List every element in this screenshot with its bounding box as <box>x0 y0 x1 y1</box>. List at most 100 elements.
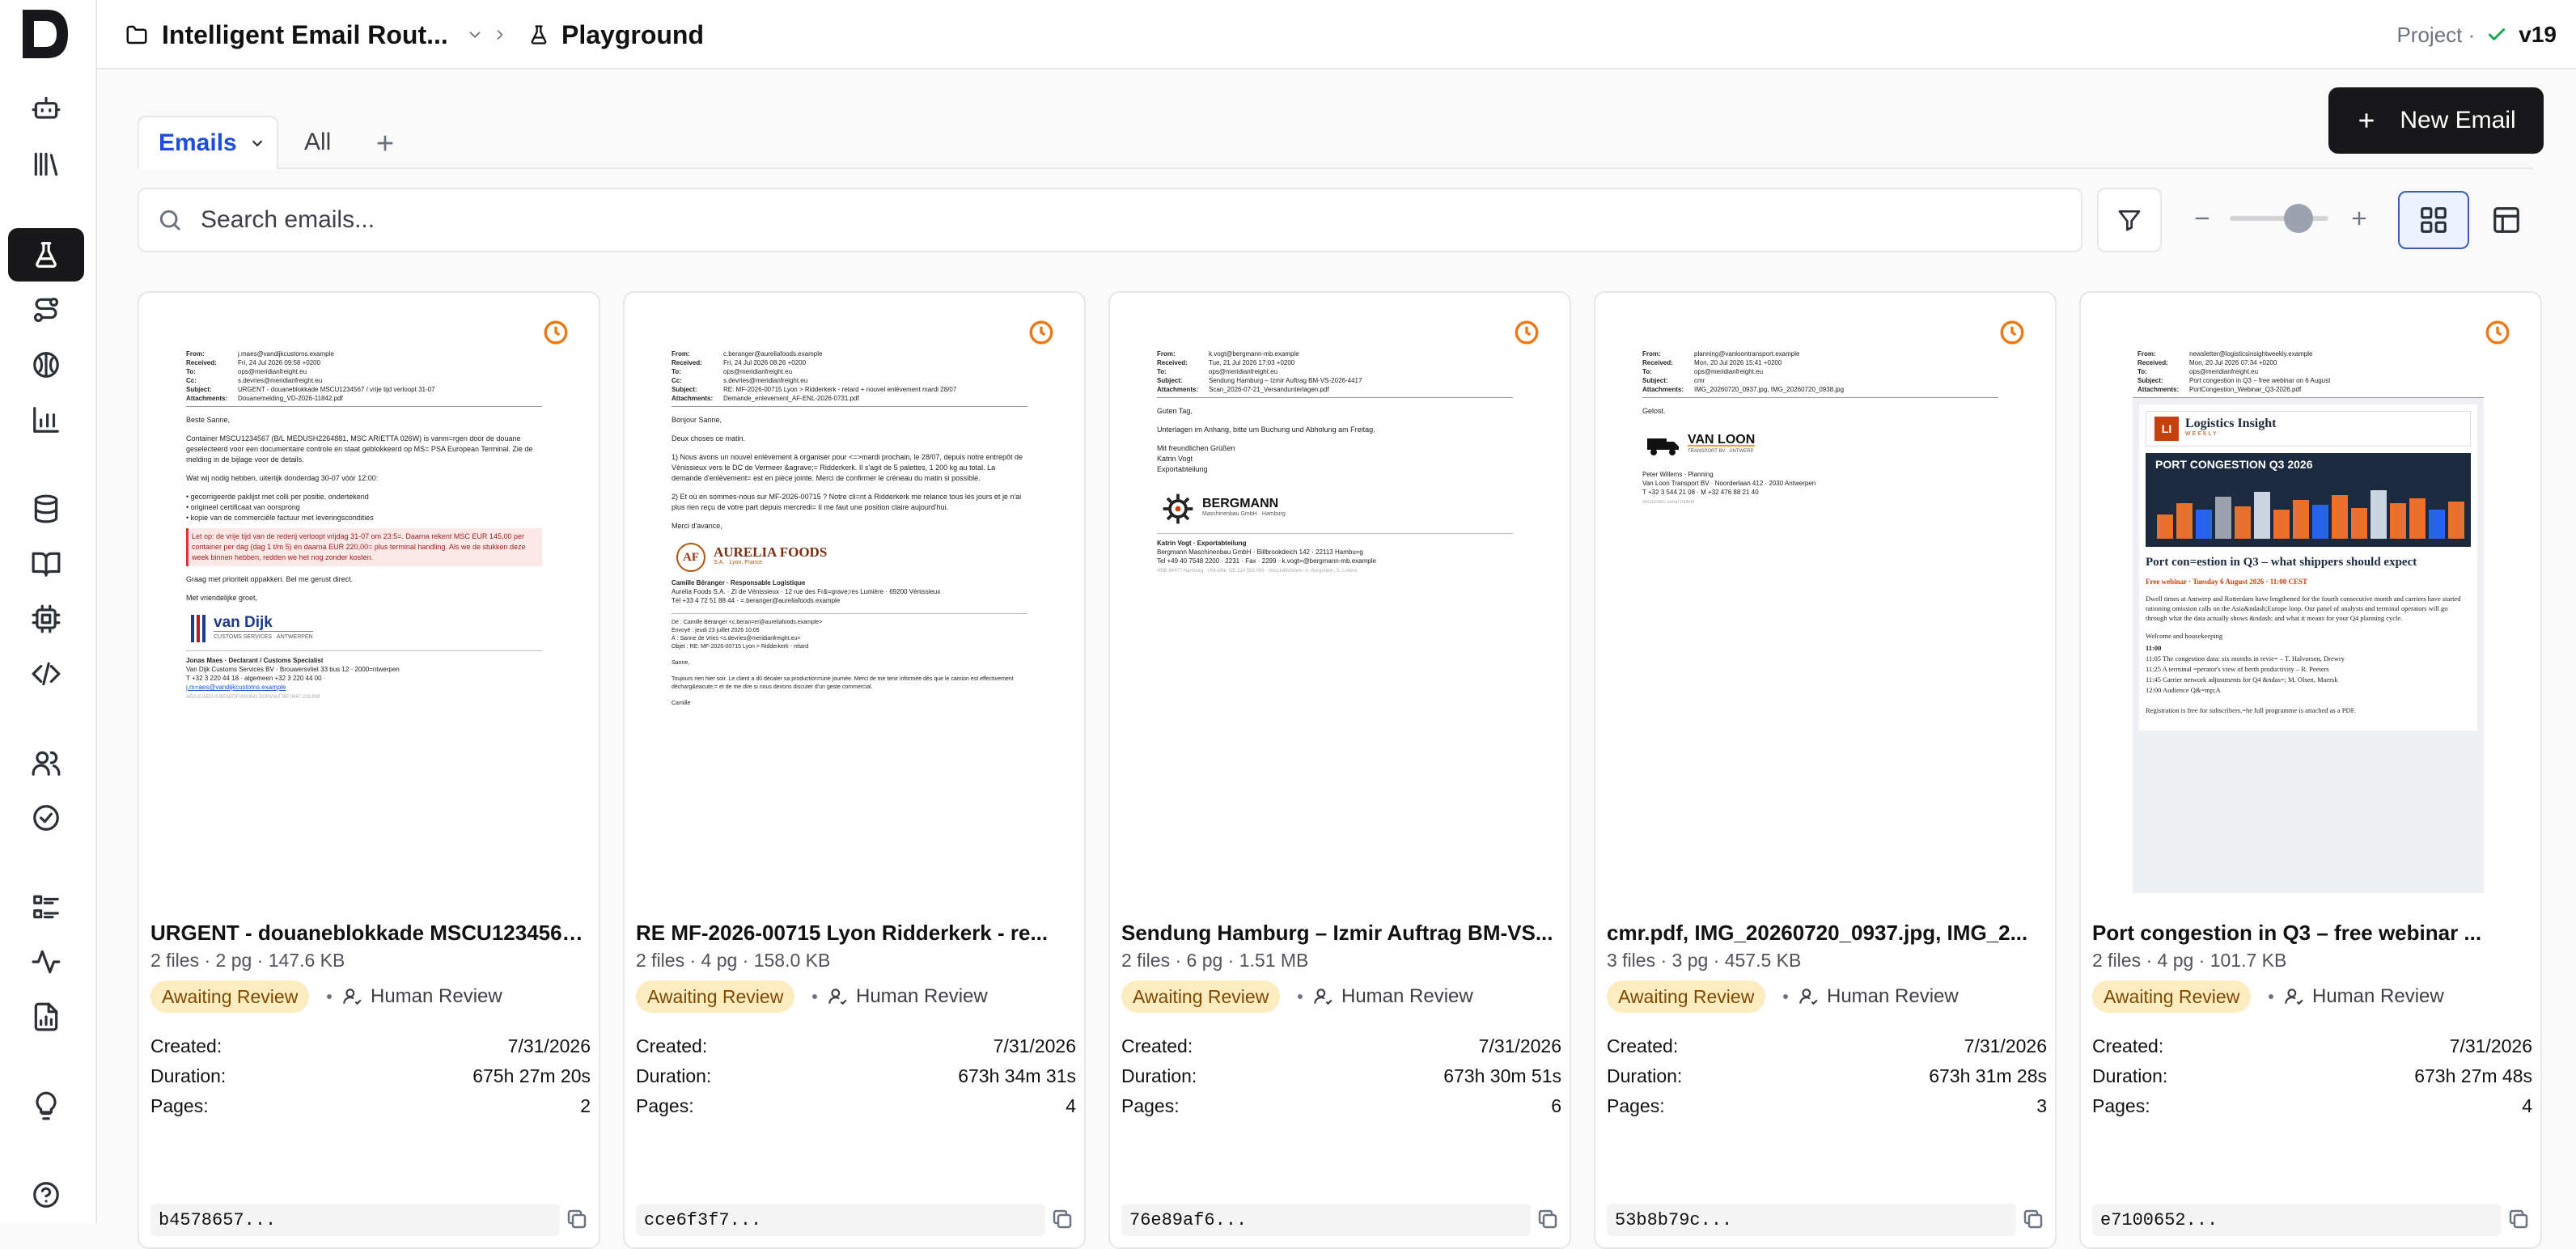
app-logo[interactable] <box>19 6 71 61</box>
flask-icon <box>527 23 550 46</box>
sidebar-item-models[interactable] <box>8 338 84 392</box>
sidebar-item-api[interactable] <box>8 647 84 701</box>
email-id: b4578657... <box>150 1204 560 1236</box>
email-card[interactable]: From:planning@vanloontransport.example R… <box>1594 291 2057 1249</box>
email-title: Port congestion in Q3 – free webinar ... <box>2092 921 2532 946</box>
table-view-button[interactable] <box>2471 191 2542 249</box>
created-row: Created:7/31/2026 <box>150 1035 591 1057</box>
sidebar-item-library[interactable] <box>8 138 84 191</box>
newsletter-headline: Port con=estion in Q3 – what shippers sh… <box>2146 555 2471 570</box>
new-email-label: New Email <box>2400 107 2515 134</box>
review-type: Human Review <box>1298 980 1473 1013</box>
tab-emails[interactable]: Emails <box>138 116 278 169</box>
banner-chart-graphic <box>2154 485 2472 539</box>
sender-logo: BERGMANN <box>1202 498 1286 509</box>
duration-row: Duration:675h 27m 20s <box>150 1065 591 1087</box>
copy-icon[interactable] <box>1050 1207 1074 1231</box>
breadcrumb-playground[interactable]: Playground <box>527 0 704 70</box>
email-meta: 2 files · 4 pg · 158.0 KB <box>636 950 830 972</box>
sender-logo: VAN LOON <box>1688 434 1755 447</box>
email-preview[interactable]: From:j.maes@vandijkcustoms.example Recei… <box>150 304 587 903</box>
sidebar-item-users[interactable] <box>8 736 84 790</box>
sidebar-item-agents[interactable] <box>8 82 84 135</box>
pending-clock-icon <box>2484 319 2511 346</box>
search-input[interactable] <box>201 206 1981 234</box>
chart-icon <box>31 404 61 435</box>
email-preview[interactable]: From:k.vogt@bergmann-mb.example Received… <box>1121 304 1558 903</box>
code-icon <box>31 658 61 689</box>
newsletter-banner: PORT CONGESTION Q3 2026 <box>2155 459 2313 470</box>
email-preview[interactable]: From:c.beranger@aureliafoods.example Rec… <box>636 304 1073 903</box>
page-title: Playground <box>561 20 704 50</box>
email-card[interactable]: From:c.beranger@aureliafoods.example Rec… <box>623 291 1086 1249</box>
pending-clock-icon <box>1513 319 1540 346</box>
chevron-down-icon[interactable] <box>466 26 484 44</box>
sidebar-item-activity[interactable] <box>8 935 84 989</box>
version-badge[interactable]: v19 <box>2519 22 2557 48</box>
project-label: Project · <box>2396 23 2475 48</box>
workflow-title: Intelligent Email Rout... <box>162 20 448 50</box>
chevron-down-icon[interactable] <box>248 134 266 152</box>
brain-icon <box>31 349 61 380</box>
copy-icon[interactable] <box>565 1207 589 1231</box>
sidebar-item-reviews[interactable] <box>8 791 84 845</box>
pending-clock-icon <box>1027 319 1055 346</box>
review-type: Human Review <box>812 980 988 1013</box>
duration-row: Duration:673h 34m 31s <box>636 1065 1076 1087</box>
sidebar-item-list[interactable] <box>8 880 84 934</box>
sidebar-item-integrations[interactable] <box>8 592 84 646</box>
email-card[interactable]: From:j.maes@vandijkcustoms.example Recei… <box>138 291 600 1249</box>
email-meta: 2 files · 4 pg · 101.7 KB <box>2092 950 2286 972</box>
sidebar-item-help[interactable] <box>8 1168 84 1221</box>
copy-icon[interactable] <box>1536 1207 1560 1231</box>
status-badge: Awaiting Review <box>1121 980 1280 1013</box>
copy-icon[interactable] <box>2506 1207 2531 1231</box>
sidebar-item-playground[interactable] <box>8 228 84 282</box>
email-preview[interactable]: From:planning@vanloontransport.example R… <box>1607 304 2044 903</box>
flask-icon <box>31 239 61 270</box>
status-badge: Awaiting Review <box>636 980 794 1013</box>
sender-logo: AURELIA FOODS <box>714 547 827 557</box>
grid-view-button[interactable] <box>2398 191 2469 249</box>
truck-icon <box>1647 435 1680 456</box>
status-badge: Awaiting Review <box>1607 980 1765 1013</box>
email-title: Sendung Hamburg – Izmir Auftrag BM-VS... <box>1121 921 1561 946</box>
sidebar-item-data[interactable] <box>8 482 84 536</box>
plus-icon <box>2356 110 2377 131</box>
sidebar-item-docs[interactable] <box>8 537 84 591</box>
add-tab-icon[interactable] <box>372 130 398 156</box>
sidebar-item-workflows[interactable] <box>8 283 84 337</box>
breadcrumb-separator-icon <box>492 27 508 43</box>
sidebar-item-ideas[interactable] <box>8 1079 84 1133</box>
user-check-icon <box>1798 986 1819 1007</box>
filter-button[interactable] <box>2097 188 2162 252</box>
email-card[interactable]: From:k.vogt@bergmann-mb.example Received… <box>1108 291 1571 1249</box>
book-icon <box>31 548 61 579</box>
review-type: Human Review <box>327 980 502 1013</box>
zoom-slider-thumb[interactable] <box>2284 204 2313 233</box>
activity-icon <box>31 946 61 977</box>
check-icon <box>2486 24 2507 45</box>
zoom-in-icon[interactable] <box>2348 207 2371 230</box>
pages-row: Pages:4 <box>636 1095 1076 1117</box>
email-preview[interactable]: From:newsletter@logisticsinsightweekly.e… <box>2092 304 2529 903</box>
duration-row: Duration:673h 31m 28s <box>1607 1065 2047 1087</box>
route-icon <box>31 294 61 325</box>
sidebar-item-analytics[interactable] <box>8 393 84 447</box>
new-email-button[interactable]: New Email <box>2328 87 2544 154</box>
copy-icon[interactable] <box>2021 1207 2045 1231</box>
database-icon <box>31 493 61 524</box>
email-id: cce6f3f7... <box>636 1204 1045 1236</box>
zoom-slider-track[interactable] <box>2230 216 2328 221</box>
pages-row: Pages:3 <box>1607 1095 2047 1117</box>
sidebar <box>0 0 97 1223</box>
user-check-icon <box>1312 986 1333 1007</box>
grid-icon <box>2418 205 2449 235</box>
email-title: RE MF-2026-00715 Lyon Ridderkerk - re... <box>636 921 1076 946</box>
breadcrumb-folder[interactable]: Intelligent Email Rout... <box>125 0 484 70</box>
sidebar-item-reports[interactable] <box>8 990 84 1044</box>
tab-all[interactable]: All <box>304 116 331 169</box>
zoom-out-icon[interactable] <box>2191 207 2214 230</box>
table-icon <box>2491 205 2522 235</box>
email-card[interactable]: From:newsletter@logisticsinsightweekly.e… <box>2079 291 2542 1249</box>
